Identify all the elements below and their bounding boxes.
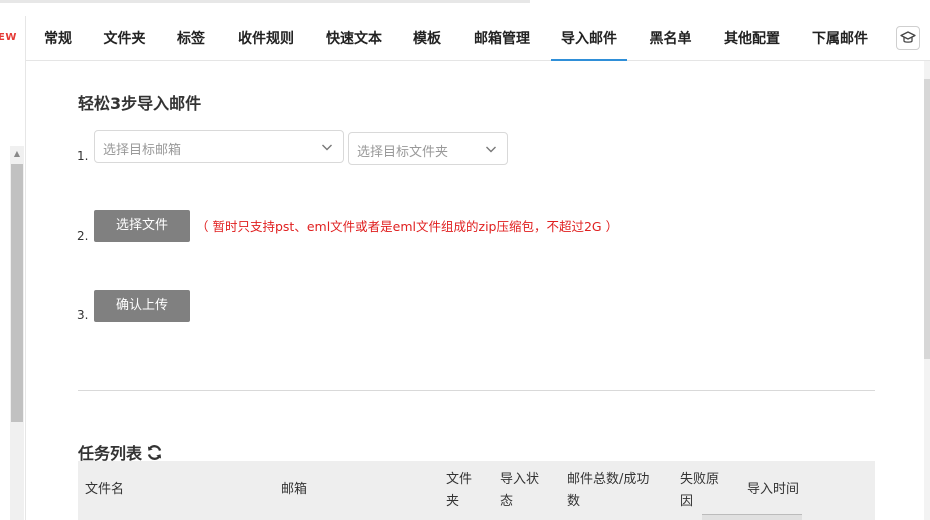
tab-blacklist[interactable]: 黑名单 xyxy=(648,16,693,61)
tab-tags[interactable]: 标签 xyxy=(176,16,206,61)
new-badge: EW xyxy=(0,32,17,43)
tab-quick-text[interactable]: 快速文本 xyxy=(324,16,384,61)
right-scrollbar-thumb[interactable] xyxy=(924,79,930,359)
graduation-cap-icon xyxy=(900,31,916,43)
left-sidebar-edge: EW ▲ xyxy=(0,16,26,520)
section-divider xyxy=(78,390,875,391)
tab-inbox-rules[interactable]: 收件规则 xyxy=(236,16,296,61)
tab-general[interactable]: 常规 xyxy=(43,16,73,61)
target-folder-select[interactable]: 选择目标文件夹 xyxy=(348,132,508,165)
step-1-number: 1. xyxy=(77,149,89,163)
target-folder-placeholder: 选择目标文件夹 xyxy=(357,145,449,160)
column-import-time: 导入时间 xyxy=(747,482,800,497)
tab-folders[interactable]: 文件夹 xyxy=(102,16,147,61)
settings-tab-bar: 常规 文件夹 标签 收件规则 快速文本 模板 邮箱管理 导入邮件 黑名单 其他配… xyxy=(26,16,930,61)
column-fail-reason-line1: 失败原 xyxy=(680,472,720,487)
column-mailbox: 邮箱 xyxy=(281,482,308,497)
column-status-line1: 导入状 xyxy=(500,472,540,487)
column-count-line1: 邮件总数/成功 xyxy=(567,472,650,487)
tab-templates[interactable]: 模板 xyxy=(412,16,442,61)
partial-popup xyxy=(702,514,802,520)
column-folder-line2: 夹 xyxy=(446,494,460,509)
step-3-number: 3. xyxy=(77,308,89,322)
step-2-number: 2. xyxy=(77,229,89,243)
right-scrollbar[interactable] xyxy=(924,61,930,520)
chevron-down-icon xyxy=(322,144,332,151)
file-type-note: （ 暂时只支持pst、eml文件或者是eml文件组成的zip压缩包，不超过2G … xyxy=(196,219,619,234)
refresh-icon[interactable] xyxy=(146,444,163,461)
tab-other-settings[interactable]: 其他配置 xyxy=(722,16,782,61)
column-count-line2: 数 xyxy=(567,494,581,509)
task-table-header: 文件名 邮箱 文件 夹 导入状 态 邮件总数/成功 数 失败原 因 导入时间 xyxy=(78,461,875,520)
column-fail-reason-line2: 因 xyxy=(680,494,694,509)
column-folder-line1: 文件 xyxy=(446,472,473,487)
left-scrollbar-thumb[interactable] xyxy=(11,164,23,422)
confirm-upload-button[interactable]: 确认上传 xyxy=(94,290,190,322)
top-strip-bar xyxy=(0,0,530,3)
target-mailbox-select[interactable]: 选择目标邮箱 xyxy=(94,130,344,163)
column-status-line2: 态 xyxy=(500,494,514,509)
choose-file-button[interactable]: 选择文件 xyxy=(94,210,190,242)
chevron-down-icon xyxy=(486,146,496,153)
top-strip xyxy=(0,0,930,16)
help-guide-button[interactable] xyxy=(896,26,920,50)
scroll-up-arrow-icon[interactable]: ▲ xyxy=(10,146,24,162)
import-title: 轻松3步导入邮件 xyxy=(78,94,202,113)
tab-import-mail[interactable]: 导入邮件 xyxy=(551,16,627,61)
column-filename: 文件名 xyxy=(85,482,125,497)
target-mailbox-placeholder: 选择目标邮箱 xyxy=(103,143,182,158)
tab-subordinate-mail[interactable]: 下属邮件 xyxy=(810,16,870,61)
tab-mailbox-management[interactable]: 邮箱管理 xyxy=(472,16,532,61)
